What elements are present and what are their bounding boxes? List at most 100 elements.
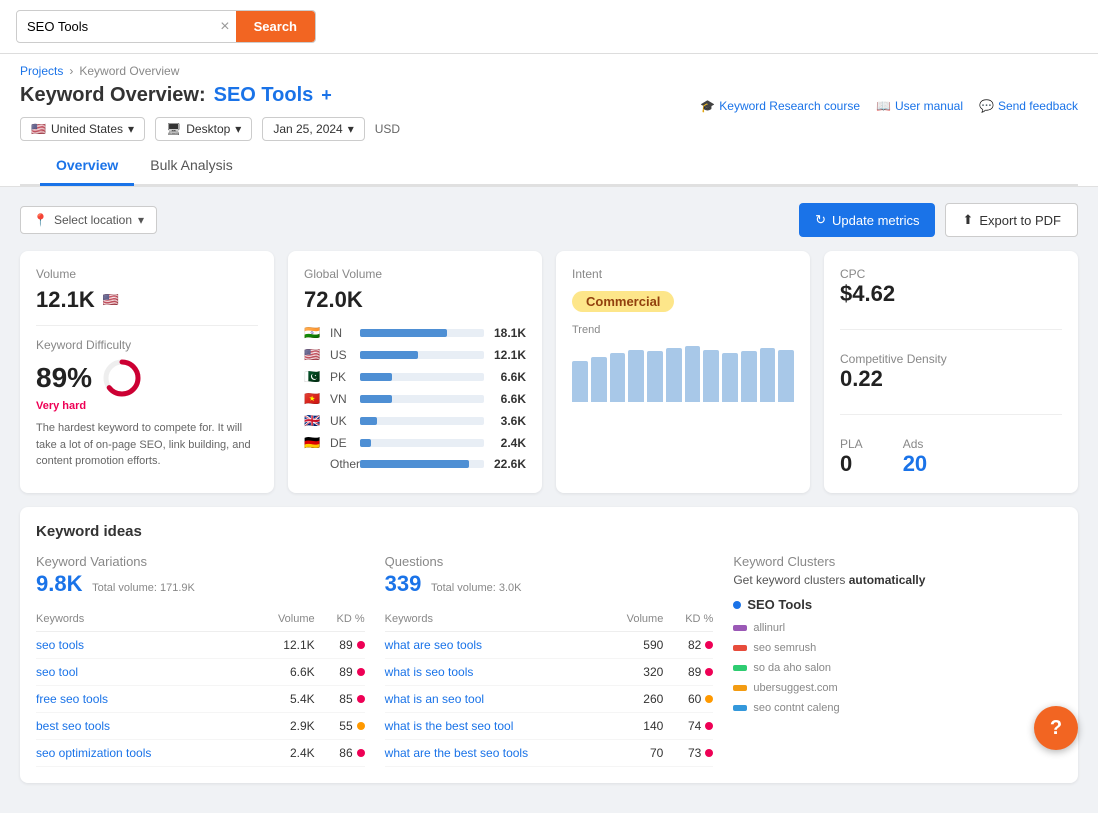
- orange-dot-icon: [705, 695, 713, 703]
- cluster-color-bar: [733, 645, 747, 651]
- bar-fill: [360, 460, 469, 468]
- update-metrics-button[interactable]: ↻ Update metrics: [799, 203, 935, 237]
- user-manual-link[interactable]: 📖 User manual: [876, 99, 963, 113]
- country-code: UK: [330, 414, 354, 428]
- table-row: best seo tools 2.9K 55: [36, 713, 365, 740]
- flag-icon: 🇻🇳: [304, 391, 324, 407]
- country-label: United States: [51, 122, 123, 136]
- search-input[interactable]: [17, 12, 214, 41]
- flag-icon: 🇵🇰: [304, 369, 324, 385]
- country-row: 🇵🇰 PK 6.6K: [304, 369, 526, 385]
- trend-bar: [628, 350, 644, 402]
- keyword-link[interactable]: seo tool: [36, 665, 255, 679]
- search-button[interactable]: Search: [236, 11, 315, 42]
- send-feedback-link[interactable]: 💬 Send feedback: [979, 99, 1078, 113]
- variations-label: Keyword Variations: [36, 554, 365, 569]
- q-table-rows: what are seo tools 590 82 what is seo to…: [385, 632, 714, 767]
- bar-fill: [360, 351, 418, 359]
- table-row: what is the best seo tool 140 74: [385, 713, 714, 740]
- trend-bar: [685, 346, 701, 402]
- bar-wrap: [360, 460, 484, 468]
- country-volume: 6.6K: [490, 370, 526, 384]
- search-box: × Search: [16, 10, 316, 43]
- page-title: Keyword Overview: SEO Tools +: [20, 84, 400, 107]
- tab-bulk-analysis[interactable]: Bulk Analysis: [134, 147, 248, 186]
- intent-badge: Commercial: [572, 291, 674, 312]
- bar-wrap: [360, 417, 484, 425]
- volume-cell: 70: [603, 746, 663, 760]
- cluster-keyword-text: so da aho salon: [753, 662, 853, 674]
- keyword-link[interactable]: what is seo tools: [385, 665, 604, 679]
- kd-cell: 55: [315, 719, 365, 733]
- page-header: Projects › Keyword Overview Keyword Over…: [0, 54, 1098, 187]
- trend-section: Trend: [572, 324, 794, 402]
- country-row: 🇻🇳 VN 6.6K: [304, 391, 526, 407]
- country-code: VN: [330, 392, 354, 406]
- export-pdf-button[interactable]: ⬆ Export to PDF: [945, 203, 1078, 237]
- device-label: Desktop: [186, 122, 230, 136]
- breadcrumb: Projects › Keyword Overview: [20, 64, 400, 78]
- help-button[interactable]: ?: [1034, 706, 1078, 750]
- cluster-keyword-text: seo contnt caleng: [753, 702, 853, 714]
- keyword-link[interactable]: free seo tools: [36, 692, 255, 706]
- breadcrumb-projects[interactable]: Projects: [20, 64, 63, 78]
- questions-count[interactable]: 339: [385, 571, 422, 596]
- cluster-keyword-row: seo contnt caleng: [733, 698, 1062, 718]
- trend-bar: [572, 361, 588, 402]
- search-clear-button[interactable]: ×: [214, 18, 235, 36]
- table-row: seo tools 12.1K 89: [36, 632, 365, 659]
- ideas-grid: Keyword Variations 9.8K Total volume: 17…: [36, 554, 1062, 767]
- country-filter[interactable]: 🇺🇸 United States ▾: [20, 117, 145, 141]
- table-row: free seo tools 5.4K 85: [36, 686, 365, 713]
- red-dot-icon: [357, 695, 365, 703]
- country-volume: 6.6K: [490, 392, 526, 406]
- trend-bar: [760, 348, 776, 402]
- keyword-link[interactable]: best seo tools: [36, 719, 255, 733]
- location-select[interactable]: 📍 Select location ▾: [20, 206, 157, 234]
- volume-card: Volume 12.1K 🇺🇸 Keyword Difficulty 89% V…: [20, 251, 274, 493]
- toolbar: 📍 Select location ▾ ↻ Update metrics ⬆ E…: [20, 203, 1078, 237]
- chevron-down-icon: ▾: [348, 122, 354, 136]
- pla-value: 0: [840, 451, 863, 477]
- keyword-link[interactable]: what is an seo tool: [385, 692, 604, 706]
- keyword-ideas-card: Keyword ideas Keyword Variations 9.8K To…: [20, 507, 1078, 783]
- bar-wrap: [360, 439, 484, 447]
- keyword-course-link[interactable]: 🎓 Keyword Research course: [700, 99, 860, 113]
- bar-fill: [360, 329, 447, 337]
- tab-overview[interactable]: Overview: [40, 147, 134, 186]
- questions-total: Total volume: 3.0K: [431, 582, 522, 594]
- volume-cell: 6.6K: [255, 665, 315, 679]
- keyword-link[interactable]: what is the best seo tool: [385, 719, 604, 733]
- kd-cell: 86: [315, 746, 365, 760]
- country-row: 🇮🇳 IN 18.1K: [304, 325, 526, 341]
- clusters-auto: Get keyword clusters automatically: [733, 573, 1062, 587]
- table-row: what are seo tools 590 82: [385, 632, 714, 659]
- clusters-col: Keyword Clusters Get keyword clusters au…: [733, 554, 1062, 767]
- kd-cell: 89: [315, 665, 365, 679]
- bar-fill: [360, 439, 371, 447]
- comp-density-metric: Competitive Density 0.22: [840, 352, 1062, 392]
- keyword-link[interactable]: seo optimization tools: [36, 746, 255, 760]
- country-code: IN: [330, 326, 354, 340]
- variations-count[interactable]: 9.8K: [36, 571, 82, 596]
- bar-fill: [360, 373, 392, 381]
- keyword-link[interactable]: what are seo tools: [385, 638, 604, 652]
- comp-density-value: 0.22: [840, 366, 1062, 392]
- date-filter[interactable]: Jan 25, 2024 ▾: [262, 117, 364, 141]
- kd-cell: 74: [663, 719, 713, 733]
- q-table-header: Keywords Volume KD %: [385, 607, 714, 632]
- volume-cell: 12.1K: [255, 638, 315, 652]
- add-keyword-icon[interactable]: +: [321, 85, 332, 106]
- ads-label: Ads: [903, 437, 927, 451]
- toolbar-right: ↻ Update metrics ⬆ Export to PDF: [799, 203, 1078, 237]
- device-filter[interactable]: 🖥 Desktop ▾: [155, 117, 252, 141]
- kd-cell: 73: [663, 746, 713, 760]
- keyword-link[interactable]: what are the best seo tools: [385, 746, 604, 760]
- kd-donut-icon: [102, 358, 142, 398]
- main-content: 📍 Select location ▾ ↻ Update metrics ⬆ E…: [0, 187, 1098, 813]
- variations-col: Keyword Variations 9.8K Total volume: 17…: [36, 554, 365, 767]
- keyword-link[interactable]: seo tools: [36, 638, 255, 652]
- table-row: what is seo tools 320 89: [385, 659, 714, 686]
- trend-bar: [647, 351, 663, 402]
- chevron-down-icon: ▾: [138, 213, 144, 227]
